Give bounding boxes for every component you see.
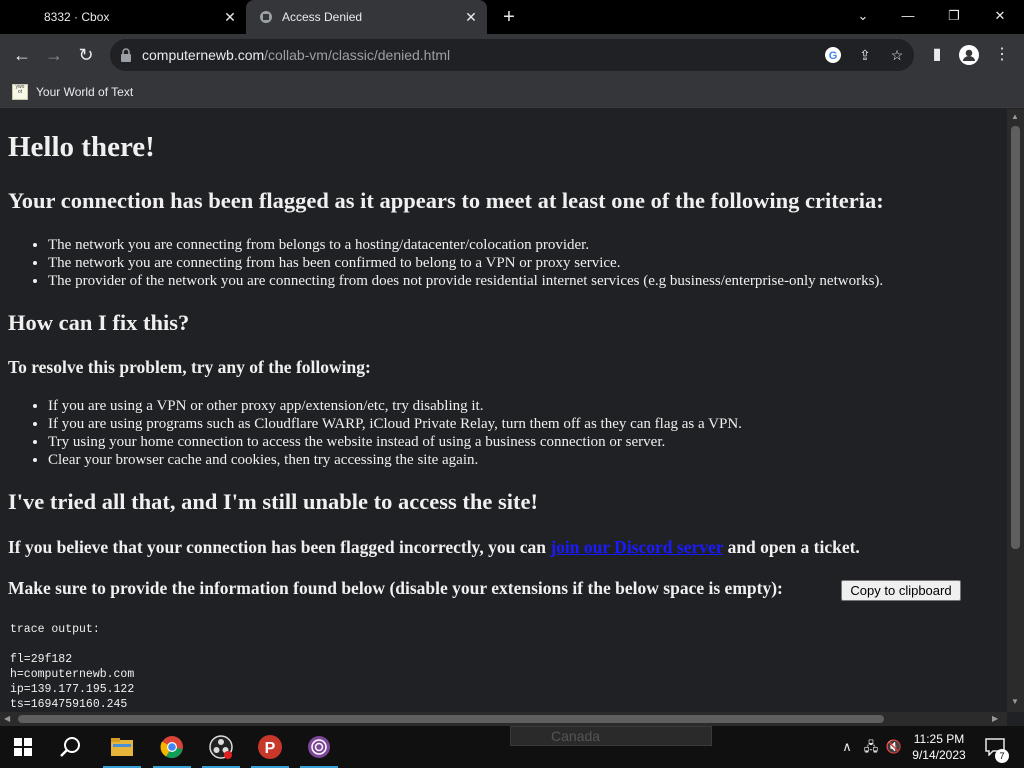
side-panel-icon[interactable]: ▮ — [926, 44, 948, 66]
fix-heading: How can I fix this? — [8, 310, 190, 335]
minimize-button[interactable]: — — [898, 6, 918, 26]
tab-access-denied[interactable]: Access Denied ✕ — [246, 0, 487, 34]
url-text: computernewb.com/collab-vm/classic/denie… — [142, 47, 450, 63]
tab-search-chevron-icon[interactable]: ⌄ — [853, 6, 873, 26]
bookmark-favicon-icon: ywo ot — [12, 84, 28, 100]
browser-toolbar: ← → ↻ computernewb.com/collab-vm/classic… — [0, 34, 1024, 76]
svg-text:P: P — [265, 740, 276, 757]
close-window-button[interactable]: ✕ — [990, 6, 1010, 26]
list-item: The provider of the network you are conn… — [48, 272, 883, 290]
tab-title: Access Denied — [282, 10, 363, 24]
fixes-list: If you are using a VPN or other proxy ap… — [30, 397, 742, 469]
vertical-scroll-thumb[interactable] — [1011, 126, 1020, 549]
bookmark-star-icon[interactable]: ☆ — [888, 46, 906, 64]
taskbar-chrome[interactable] — [149, 726, 195, 768]
show-hidden-icons-chevron-icon[interactable]: ∧ — [838, 738, 856, 756]
background-window-fragment: Canada — [510, 726, 712, 746]
scroll-right-arrow-icon[interactable]: ▶ — [992, 714, 998, 724]
url-path: /collab-vm/classic/denied.html — [264, 47, 451, 63]
notification-count-badge: 7 — [995, 749, 1009, 763]
close-tab-icon[interactable]: ✕ — [463, 9, 479, 25]
list-item: Try using your home connection to access… — [48, 433, 742, 451]
scroll-up-arrow-icon[interactable]: ▲ — [1011, 112, 1019, 122]
site-favicon-icon — [260, 11, 272, 23]
vertical-scrollbar[interactable]: ▲ ▼ — [1007, 109, 1024, 712]
incorrect-suffix: and open a ticket. — [727, 537, 860, 557]
close-tab-icon[interactable]: ✕ — [222, 9, 238, 25]
psiphon-p-icon: P — [258, 735, 282, 759]
folder-icon — [111, 738, 133, 756]
taskbar-clock[interactable]: 11:25 PM 9/14/2023 — [906, 731, 972, 763]
back-button[interactable]: ← — [11, 44, 33, 66]
bookmarks-bar: ywo ot Your World of Text — [0, 76, 1024, 108]
search-icon — [60, 737, 80, 757]
obs-icon — [209, 735, 233, 759]
list-item: If you are using a VPN or other proxy ap… — [48, 397, 742, 415]
volume-muted-icon[interactable]: 🔇 — [885, 738, 903, 756]
tried-heading: I've tried all that, and I'm still unabl… — [8, 489, 538, 514]
tor-onion-icon — [308, 736, 330, 758]
copy-to-clipboard-button[interactable]: Copy to clipboard — [841, 580, 961, 601]
taskbar-psiphon[interactable]: P — [247, 726, 293, 768]
tab-cbox[interactable]: 8332 · Cbox ✕ — [0, 0, 246, 34]
list-item: Clear your browser cache and cookies, th… — [48, 451, 742, 469]
incorrect-flag-text: If you believe that your connection has … — [8, 537, 860, 558]
lock-icon — [121, 48, 131, 62]
address-bar[interactable]: computernewb.com/collab-vm/classic/denie… — [110, 39, 914, 71]
windows-logo-icon — [14, 738, 32, 756]
svg-text:G: G — [829, 50, 838, 62]
scroll-down-arrow-icon[interactable]: ▼ — [1011, 697, 1019, 707]
taskbar-obs[interactable] — [198, 726, 244, 768]
bookmark-your-world-of-text[interactable]: ywo ot Your World of Text — [12, 81, 133, 103]
flag-heading: Your connection has been flagged as it a… — [8, 188, 884, 213]
resolve-heading: To resolve this problem, try any of the … — [8, 357, 371, 377]
ghost-window-label: Canada — [551, 728, 601, 744]
list-item: If you are using programs such as Cloudf… — [48, 415, 742, 433]
horizontal-scroll-thumb[interactable] — [18, 715, 884, 723]
browser-tab-strip: 8332 · Cbox ✕ Access Denied ✕ + ⌄ — ❐ ✕ — [0, 0, 1024, 34]
trace-output: trace output: fl=29f182 h=computernewb.c… — [10, 623, 135, 711]
criteria-list: The network you are connecting from belo… — [30, 236, 883, 290]
page-title: Hello there! — [8, 131, 155, 163]
list-item: The network you are connecting from belo… — [48, 236, 883, 254]
google-lens-icon[interactable]: G — [824, 46, 842, 64]
list-item: The network you are connecting from has … — [48, 254, 883, 272]
discord-link[interactable]: join our Discord server — [550, 537, 723, 557]
taskbar-search-button[interactable] — [48, 726, 94, 768]
clock-time: 11:25 PM — [913, 732, 965, 746]
start-button[interactable] — [0, 726, 46, 768]
profile-avatar-icon[interactable] — [958, 44, 980, 66]
horizontal-scrollbar[interactable]: ◀ ▶ — [0, 712, 1007, 726]
page-viewport: Hello there! Your connection has been fl… — [0, 109, 1007, 712]
share-icon[interactable]: ⇪ — [856, 46, 874, 64]
url-host: computernewb.com — [142, 47, 265, 63]
tab-title: 8332 · Cbox — [44, 10, 110, 24]
clock-date: 9/14/2023 — [912, 748, 966, 762]
restore-button[interactable]: ❐ — [944, 6, 964, 26]
taskbar-file-explorer[interactable] — [99, 726, 145, 768]
network-icon[interactable]: 🖧 — [862, 738, 880, 756]
chrome-icon — [160, 736, 183, 759]
bookmark-label: Your World of Text — [36, 85, 134, 99]
browser-menu-icon[interactable]: ⋮ — [991, 44, 1013, 66]
windows-taskbar: Canada P ∧ 🖧 🔇 11:25 PM 9/14/2023 7 — [0, 726, 1024, 768]
new-tab-button[interactable]: + — [499, 7, 519, 27]
incorrect-prefix: If you believe that your connection has … — [8, 537, 546, 557]
scroll-left-arrow-icon[interactable]: ◀ — [4, 714, 10, 724]
reload-button[interactable]: ↻ — [75, 44, 97, 66]
taskbar-tor-browser[interactable] — [296, 726, 342, 768]
forward-button[interactable]: → — [43, 44, 65, 66]
provide-info-text: Make sure to provide the information fou… — [8, 578, 783, 598]
